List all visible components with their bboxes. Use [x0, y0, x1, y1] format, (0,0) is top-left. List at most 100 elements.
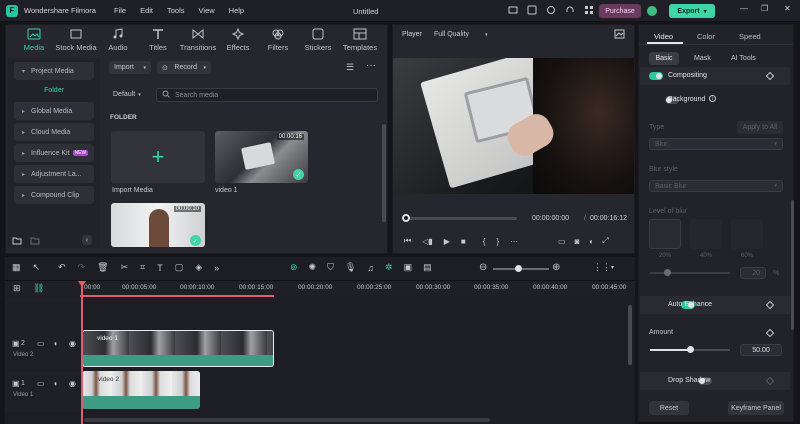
tab-filters[interactable]: Filters [258, 28, 298, 52]
menu-view[interactable]: View [199, 6, 215, 15]
snap-icon[interactable]: ✲ [385, 262, 393, 273]
timeline-ruler[interactable]: 00:00 00:00:05:00 00:00:10:00 00:00:15:0… [80, 281, 635, 297]
marker-icon[interactable]: ⛉ [327, 262, 334, 273]
grid-icon[interactable] [584, 5, 594, 15]
mark-in-icon[interactable]: { [483, 237, 486, 246]
fullscreen-icon[interactable]: ⤢ [602, 236, 608, 246]
stop-icon[interactable]: ■ [461, 237, 466, 246]
eye-icon[interactable]: ◉ [69, 339, 76, 348]
compositing-toggle[interactable] [649, 72, 663, 80]
export-button[interactable]: Export ▾ [669, 4, 715, 18]
timeline-v-scrollbar[interactable] [628, 305, 632, 365]
sort-dropdown[interactable]: Default ▾ [113, 91, 141, 98]
cut-icon[interactable]: ✂ [121, 262, 129, 273]
quality-dropdown[interactable]: Full Quality ▾ [434, 31, 488, 38]
menu-file[interactable]: File [114, 6, 126, 15]
tab-video[interactable]: Video [654, 32, 673, 41]
sidebar-item-compound-clip[interactable]: ▸ Compound Clip [14, 186, 94, 204]
media-scrollbar[interactable] [382, 124, 386, 222]
render-icon[interactable]: ✺ [309, 262, 317, 273]
search-box[interactable]: Search media [156, 88, 378, 102]
account-avatar[interactable] [647, 6, 657, 16]
close-icon[interactable]: ✕ [784, 4, 791, 13]
audio-track-icon[interactable]: ◖ [53, 379, 58, 388]
search-input[interactable]: Search media [175, 92, 218, 99]
folder-icon[interactable] [30, 236, 40, 247]
apply-to-all-button[interactable]: Apply to All [737, 121, 783, 134]
collapse-sidebar-button[interactable]: ‹ [82, 235, 92, 245]
audio-track-icon[interactable]: ◖ [53, 339, 58, 348]
camera-icon[interactable]: ◙ [575, 237, 580, 246]
more-icon[interactable]: ··· [366, 60, 376, 71]
tab-speed[interactable]: Speed [739, 32, 761, 41]
save-icon[interactable] [527, 5, 537, 15]
playhead-handle[interactable] [402, 214, 410, 222]
amount-input[interactable]: 50.00 [740, 344, 782, 356]
delete-icon[interactable]: 🗑 [97, 262, 108, 273]
cloud-icon[interactable] [546, 5, 556, 15]
tab-audio[interactable]: Audio [98, 28, 138, 52]
more-tools-icon[interactable]: » [214, 263, 219, 273]
tab-effects[interactable]: Effects [218, 28, 258, 52]
properties-scrollbar[interactable] [791, 200, 794, 330]
redo-icon[interactable]: ↷ [78, 262, 86, 273]
undo-icon[interactable]: ↶ [58, 262, 66, 273]
render-preview-icon[interactable]: ▭ [558, 237, 566, 246]
tab-templates[interactable]: Templates [338, 28, 382, 52]
tab-media[interactable]: Media [14, 28, 54, 52]
tab-transitions[interactable]: Transitions [178, 28, 218, 52]
layout-icon[interactable]: ⋮⋮ [593, 262, 611, 273]
media-thumbnail-video-2[interactable]: 00:00:10 ✓ [111, 203, 205, 247]
menu-help[interactable]: Help [229, 6, 244, 15]
link-icon[interactable]: ⛓ [33, 283, 44, 294]
sidebar-item-project-media[interactable]: ▾ Project Media [14, 62, 94, 80]
sidebar-item-influence-kit[interactable]: ▸ Influence Kit NEW [14, 144, 94, 162]
mark-out-icon[interactable]: } [496, 237, 499, 246]
play-reverse-icon[interactable]: ◁▮ [422, 237, 433, 246]
sidebar-item-folder[interactable]: Folder [14, 83, 94, 99]
text-icon[interactable]: T [157, 263, 163, 273]
type-select[interactable]: Blur ▾ [649, 138, 783, 150]
color-match-icon[interactable]: ◈ [195, 262, 202, 273]
snapshot-preview-icon[interactable] [614, 29, 625, 41]
blur-slider-track[interactable] [650, 272, 730, 274]
pip-icon[interactable]: ▣ [404, 262, 413, 273]
crop-icon[interactable]: ⌗ [140, 262, 145, 273]
auto-ripple-icon[interactable]: ⊚ [290, 262, 298, 273]
new-folder-icon[interactable] [12, 236, 22, 247]
zoom-in-icon[interactable]: ⊕ [552, 262, 560, 273]
filter-icon[interactable]: ☰ [346, 62, 354, 73]
prev-frame-icon[interactable]: ⏮ [404, 236, 411, 246]
more-icon[interactable]: ··· [510, 237, 518, 246]
timeline-h-scrollbar[interactable] [84, 418, 490, 422]
reset-button[interactable]: Reset [649, 401, 689, 415]
playback-scrubber[interactable] [405, 217, 517, 220]
blur-level-20[interactable] [649, 219, 681, 249]
keyframe-panel-button[interactable]: Keyframe Panel [728, 401, 784, 415]
transform-icon[interactable]: ▢ [175, 262, 184, 273]
import-media-tile[interactable]: + [111, 131, 205, 183]
add-track-icon[interactable]: ⊞ [13, 283, 21, 294]
maximize-icon[interactable]: ❐ [761, 4, 768, 13]
subtab-ai-tools[interactable]: AI Tools [731, 55, 756, 62]
tab-color[interactable]: Color [697, 32, 715, 41]
subtab-mask[interactable]: Mask [694, 55, 711, 62]
clip-video-2[interactable]: video 2 [82, 371, 200, 409]
microphone-icon[interactable]: 🎙 [345, 262, 356, 273]
zoom-out-icon[interactable]: ⊖ [479, 262, 487, 273]
blur-level-40[interactable] [690, 219, 722, 249]
purchase-button[interactable]: Purchase [599, 4, 641, 18]
tab-stickers[interactable]: Stickers [298, 28, 338, 52]
grid-layout-icon[interactable]: ▦ [12, 262, 21, 273]
ai-audio-icon[interactable]: ♫ [367, 263, 374, 273]
blur-amount-input[interactable]: 20 [740, 267, 766, 279]
eye-icon[interactable]: ◉ [69, 379, 76, 388]
select-tool-icon[interactable]: ↖ [33, 262, 41, 273]
folder-track-icon[interactable]: ▭ [37, 379, 45, 388]
blur-slider-handle[interactable] [664, 269, 671, 276]
menu-edit[interactable]: Edit [140, 6, 153, 15]
zoom-slider-handle[interactable] [515, 265, 522, 272]
volume-icon[interactable]: ◖ [588, 237, 593, 246]
timeline-playhead[interactable] [81, 282, 83, 424]
subtab-basic[interactable]: Basic [649, 52, 679, 65]
